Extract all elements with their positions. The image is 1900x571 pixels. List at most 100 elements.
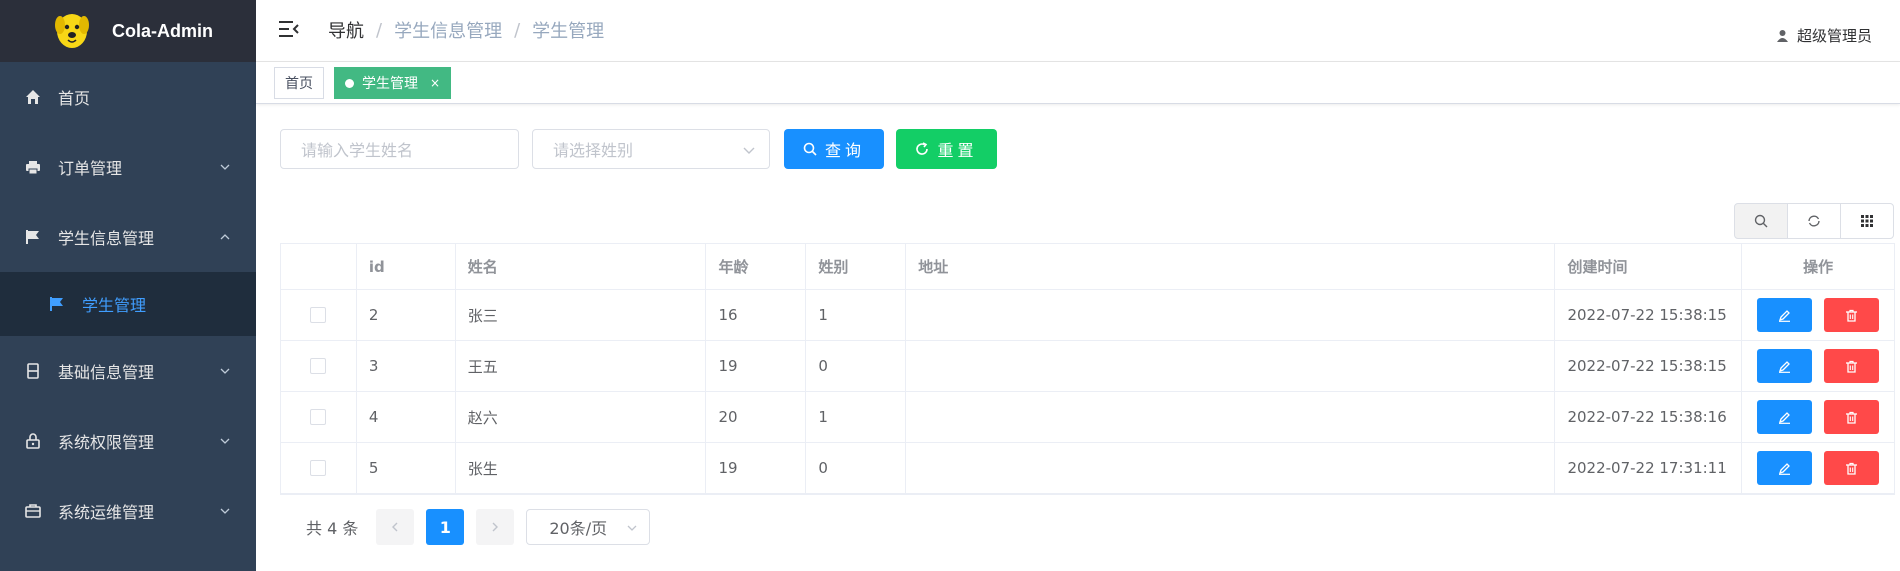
menu-fold-icon[interactable] bbox=[278, 18, 300, 40]
tag-student-manage[interactable]: 学生管理 × bbox=[334, 67, 452, 99]
reset-label: 重置 bbox=[937, 141, 978, 160]
table-cell: 0 bbox=[806, 443, 907, 493]
chevron-down-icon bbox=[220, 368, 230, 374]
table-cell: 16 bbox=[706, 290, 807, 340]
row-checkbox[interactable] bbox=[310, 307, 327, 323]
sidebar-item-student-manage[interactable]: 学生管理 bbox=[0, 272, 256, 336]
table-header-row: id 姓名 年龄 姓别 地址 创建时间 操作 bbox=[281, 244, 1894, 290]
row-checkbox[interactable] bbox=[310, 460, 327, 476]
sidebar-item-label: 订单管理 bbox=[58, 159, 123, 178]
table-cell: 4 bbox=[357, 392, 456, 442]
chevron-down-icon bbox=[743, 147, 755, 154]
sidebar-item-student-info[interactable]: 学生信息管理 bbox=[0, 202, 256, 272]
table-cell: 19 bbox=[706, 443, 807, 493]
tag-label: 首页 bbox=[285, 76, 313, 92]
delete-button[interactable] bbox=[1824, 451, 1880, 485]
lock-icon bbox=[24, 432, 42, 450]
edit-icon bbox=[1779, 462, 1791, 475]
table-cell: 王五 bbox=[456, 341, 707, 391]
table-cell: 20 bbox=[706, 392, 807, 442]
edit-button[interactable] bbox=[1757, 349, 1813, 383]
document-icon bbox=[24, 362, 42, 380]
delete-button[interactable] bbox=[1824, 349, 1880, 383]
gender-select[interactable]: 请选择姓别 bbox=[532, 129, 770, 169]
row-select-cell bbox=[281, 290, 357, 340]
prev-page-button[interactable] bbox=[376, 509, 415, 545]
query-button[interactable]: 查询 bbox=[784, 129, 884, 169]
table-cell bbox=[906, 443, 1556, 493]
query-label: 查询 bbox=[824, 141, 865, 160]
table-row: 4 赵六 20 1 2022-07-22 15:38:16 bbox=[281, 392, 1894, 443]
reset-button[interactable]: 重置 bbox=[896, 129, 997, 169]
flag-icon bbox=[24, 228, 42, 246]
tag-home[interactable]: 首页 bbox=[274, 67, 324, 99]
close-icon[interactable]: × bbox=[430, 76, 440, 90]
edit-button[interactable] bbox=[1757, 298, 1813, 332]
breadcrumb-separator: / bbox=[514, 19, 521, 41]
table-cell bbox=[906, 341, 1556, 391]
trash-icon bbox=[1846, 309, 1858, 322]
table-cell: 1 bbox=[806, 290, 907, 340]
page-size-value: 20条/页 bbox=[549, 519, 608, 538]
chevron-down-icon bbox=[220, 438, 230, 444]
grid-icon bbox=[1861, 215, 1873, 227]
table-cell: 张生 bbox=[456, 443, 707, 493]
row-checkbox[interactable] bbox=[310, 358, 327, 374]
delete-button[interactable] bbox=[1824, 298, 1880, 332]
table-cell: 0 bbox=[806, 341, 907, 391]
home-icon bbox=[24, 88, 42, 106]
edit-button[interactable] bbox=[1757, 400, 1813, 434]
delete-button[interactable] bbox=[1824, 400, 1880, 434]
sidebar-item-label: 系统运维管理 bbox=[58, 503, 155, 522]
app-name: Cola-Admin bbox=[112, 20, 213, 41]
table-cell bbox=[906, 392, 1556, 442]
header-cell: 地址 bbox=[906, 244, 1556, 289]
username: 超级管理员 bbox=[1796, 27, 1872, 45]
table-cell: 张三 bbox=[456, 290, 707, 340]
breadcrumb-separator: / bbox=[376, 19, 383, 41]
page-size-select[interactable]: 20条/页 bbox=[526, 509, 651, 545]
edit-button[interactable] bbox=[1757, 451, 1813, 485]
breadcrumb: 导航 / 学生信息管理 / 学生管理 bbox=[328, 17, 604, 43]
sidebar-item-ops[interactable]: 系统运维管理 bbox=[0, 476, 256, 546]
table-cell: 2 bbox=[357, 290, 456, 340]
refresh-table-button[interactable] bbox=[1787, 203, 1841, 239]
table-row: 2 张三 16 1 2022-07-22 15:38:15 bbox=[281, 290, 1894, 341]
columns-button[interactable] bbox=[1840, 203, 1894, 239]
sidebar-item-permissions[interactable]: 系统权限管理 bbox=[0, 406, 256, 476]
sidebar: Cola-Admin 首页 订单管理 学生信息管理 学生管理 基础信息管理 系统… bbox=[0, 0, 256, 571]
row-select-cell bbox=[281, 392, 357, 442]
active-dot-icon bbox=[345, 78, 354, 88]
briefcase-icon bbox=[24, 502, 42, 520]
sidebar-item-basic-info[interactable]: 基础信息管理 bbox=[0, 336, 256, 406]
edit-icon bbox=[1779, 360, 1791, 373]
actions-cell bbox=[1742, 341, 1894, 391]
page-number[interactable]: 1 bbox=[426, 509, 465, 545]
submenu-student-info: 学生管理 bbox=[0, 272, 256, 336]
next-page-button[interactable] bbox=[476, 509, 515, 545]
sidebar-item-label: 首页 bbox=[58, 89, 91, 108]
trash-icon bbox=[1846, 462, 1858, 475]
sidebar-item-home[interactable]: 首页 bbox=[0, 62, 256, 132]
header-cell-select bbox=[281, 244, 357, 289]
tags-view: 首页 学生管理 × bbox=[256, 62, 1900, 104]
student-name-input[interactable]: 请输入学生姓名 bbox=[280, 129, 519, 169]
search-icon bbox=[1754, 214, 1768, 228]
row-select-cell bbox=[281, 341, 357, 391]
user-menu[interactable]: 超级管理员 bbox=[1776, 25, 1872, 46]
table-cell: 5 bbox=[357, 443, 456, 493]
actions-cell bbox=[1742, 443, 1894, 493]
table-cell: 3 bbox=[357, 341, 456, 391]
breadcrumb-item[interactable]: 导航 bbox=[328, 17, 364, 43]
dog-logo-icon bbox=[55, 14, 89, 48]
edit-icon bbox=[1779, 309, 1791, 322]
sidebar-item-orders[interactable]: 订单管理 bbox=[0, 132, 256, 202]
breadcrumb-item: 学生管理 bbox=[532, 21, 605, 42]
trash-icon bbox=[1846, 360, 1858, 373]
toggle-search-button[interactable] bbox=[1734, 203, 1788, 239]
chevron-left-icon bbox=[392, 522, 398, 532]
logo[interactable]: Cola-Admin bbox=[0, 0, 256, 62]
table-cell: 2022-07-22 15:38:16 bbox=[1555, 392, 1743, 442]
row-checkbox[interactable] bbox=[310, 409, 327, 425]
breadcrumb-item[interactable]: 学生信息管理 bbox=[394, 17, 502, 43]
